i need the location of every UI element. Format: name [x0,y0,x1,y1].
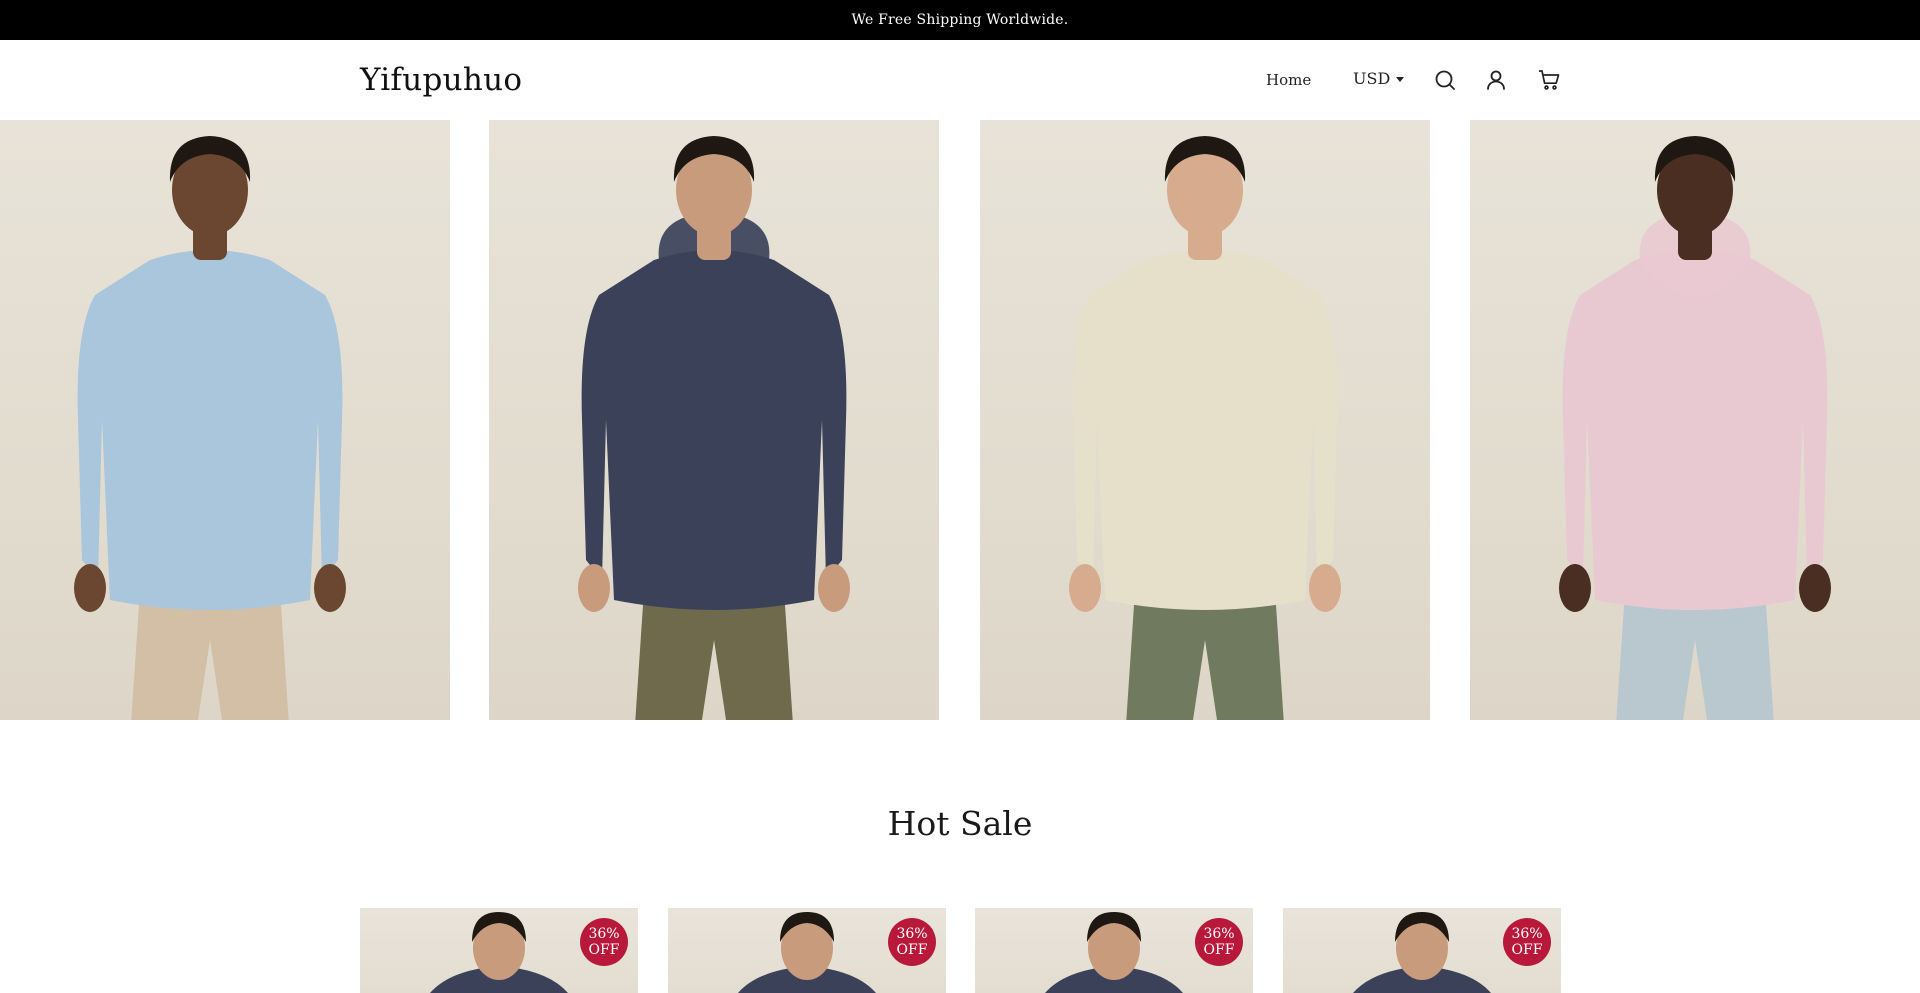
hero-slide-cream-shirt[interactable] [980,120,1430,720]
model-photo [74,136,346,720]
model-photo [1069,136,1341,720]
announcement-text: We Free Shipping Worldwide. [851,12,1069,28]
hot-sale-title: Hot Sale [887,804,1033,843]
discount-badge: 36% OFF [1503,918,1551,966]
discount-badge: 36% OFF [1195,918,1243,966]
nav-home-link[interactable]: Home [1266,70,1311,90]
announcement-bar: We Free Shipping Worldwide. [0,0,1920,40]
discount-badge: 36% OFF [580,918,628,966]
product-card[interactable]: 36% OFF [360,908,638,993]
store-logo[interactable]: Yifupuhuo [360,61,522,99]
product-card[interactable]: 36% OFF [668,908,946,993]
hero-slide-navy-hoodie[interactable] [489,120,939,720]
account-icon[interactable] [1484,68,1508,92]
currency-label: USD [1353,69,1391,88]
badge-percent: 36% [1203,926,1235,942]
hero-carousel[interactable] [0,120,1920,720]
badge-percent: 36% [1511,926,1543,942]
badge-off: OFF [1511,942,1543,958]
hero-slide-pink-hoodie[interactable] [1470,120,1920,720]
badge-off: OFF [896,942,928,958]
badge-percent: 36% [896,926,928,942]
currency-selector[interactable]: USD [1353,69,1405,89]
product-card[interactable]: 36% OFF [1283,908,1561,993]
discount-badge: 36% OFF [888,918,936,966]
model-photo [1559,136,1831,720]
badge-off: OFF [588,942,620,958]
site-header: Yifupuhuo Home USD [0,40,1920,120]
cart-icon[interactable] [1537,68,1561,92]
search-icon[interactable] [1433,68,1457,92]
product-card[interactable]: 36% OFF [975,908,1253,993]
hero-slide-denim-shirt[interactable] [0,120,450,720]
model-photo [578,136,850,720]
chevron-down-icon [1396,77,1405,82]
badge-off: OFF [1203,942,1235,958]
badge-percent: 36% [588,926,620,942]
